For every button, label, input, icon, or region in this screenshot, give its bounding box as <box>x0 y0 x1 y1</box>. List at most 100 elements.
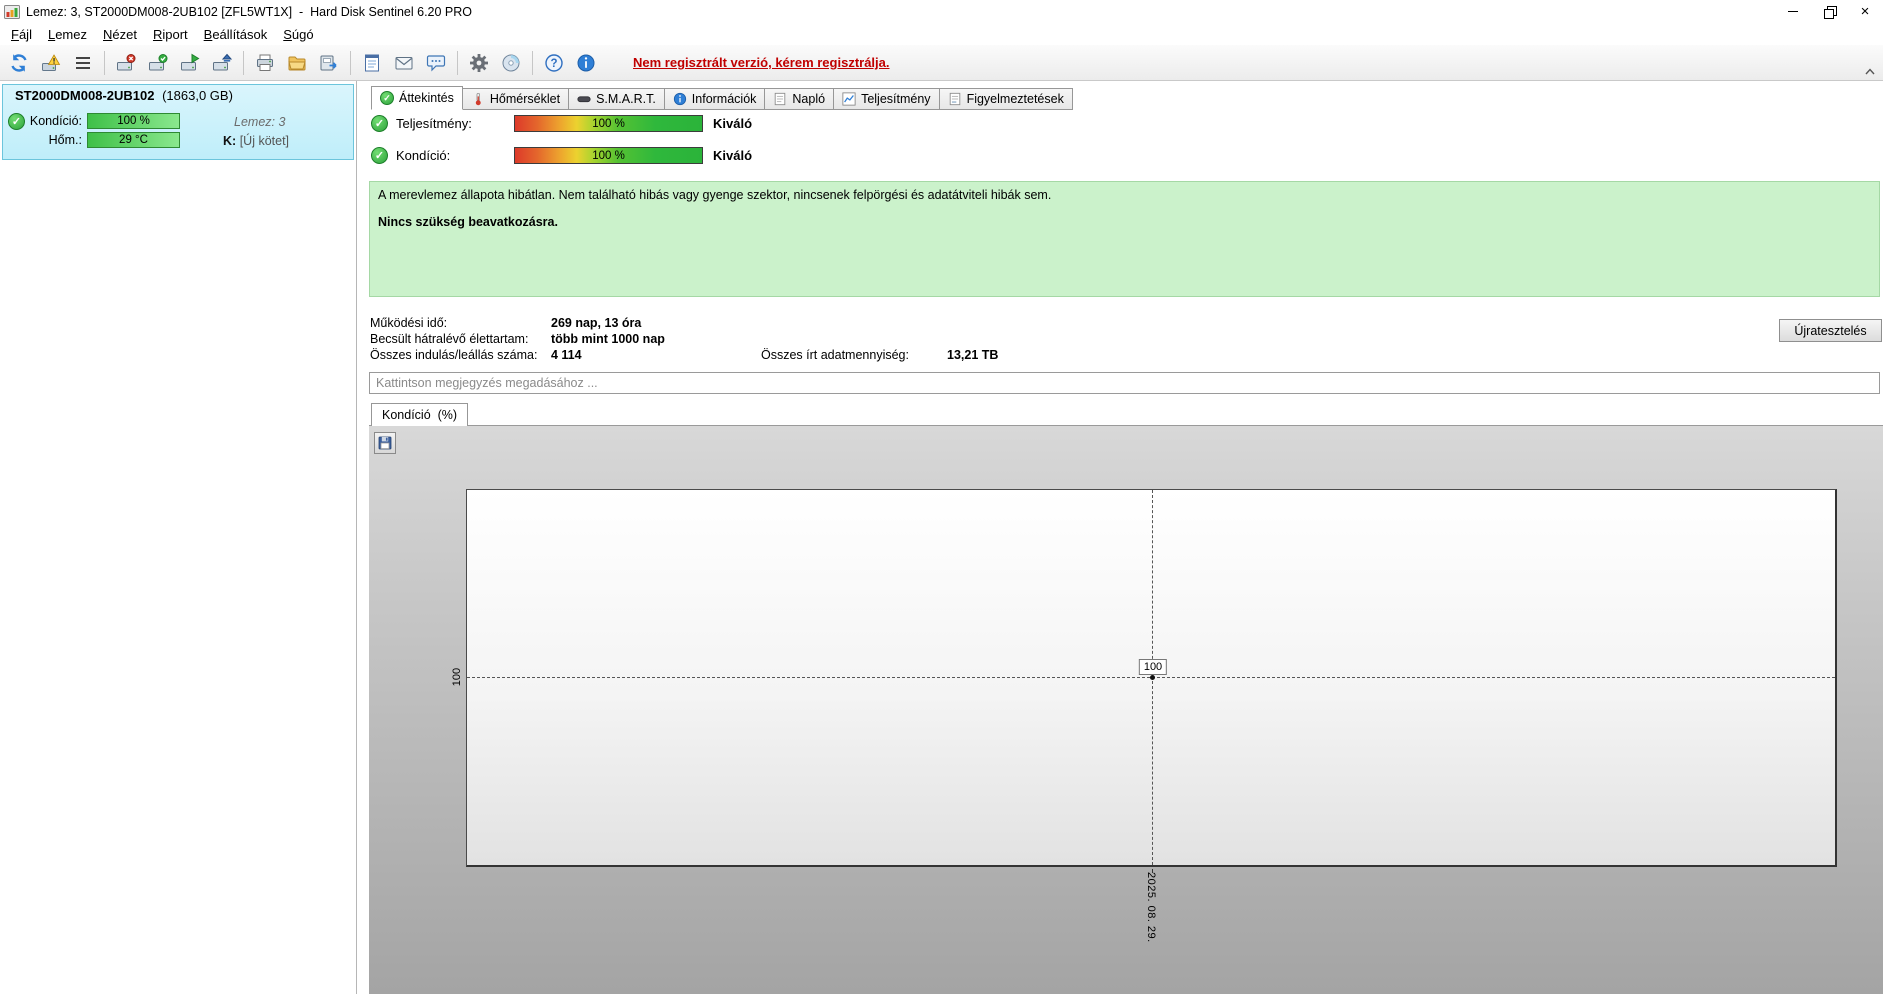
health-status-box: A merevlemez állapota hibátlan. Nem talá… <box>369 181 1880 297</box>
tab-log[interactable]: Napló <box>764 88 835 110</box>
help-button[interactable]: ? <box>539 49 569 77</box>
window-controls: × <box>1775 0 1883 23</box>
menu-view[interactable]: Nézet <box>95 25 145 44</box>
close-icon: × <box>1860 3 1870 20</box>
toolbar-separator <box>457 50 458 75</box>
disk-volume: K: [Új kötet] <box>223 134 289 148</box>
alert-document-icon <box>949 92 960 106</box>
disk-remove-button[interactable] <box>111 49 141 77</box>
performance-value: 100 % <box>592 117 625 130</box>
minimize-button[interactable] <box>1775 0 1811 23</box>
retest-button[interactable]: Újratesztelés <box>1779 319 1882 342</box>
power-on-label: Működési idő: <box>370 316 448 330</box>
disk-warning-button[interactable] <box>36 49 66 77</box>
disk-list-item[interactable]: ST2000DM008-2UB102 (1863,0 GB) ✓ Kondíci… <box>2 84 354 160</box>
chart-save-button[interactable] <box>374 432 396 454</box>
disk-remove-icon <box>117 53 136 70</box>
disk-header: ST2000DM008-2UB102 (1863,0 GB) <box>15 88 233 103</box>
menu-report[interactable]: Riport <box>145 25 196 44</box>
print-icon <box>257 54 273 71</box>
start-stop-label: Összes indulás/leállás száma: <box>370 348 538 362</box>
disk-start-icon <box>181 53 200 70</box>
condition-row: ✓ Kondíció: 100 % Kiváló <box>367 146 1883 166</box>
info-button[interactable] <box>571 49 601 77</box>
maximize-button[interactable] <box>1811 0 1847 23</box>
report-button[interactable] <box>357 49 387 77</box>
start-stop-row: Összes indulás/leállás száma: 4 114 Össz… <box>370 347 998 363</box>
condition-rating: Kiváló <box>713 148 753 163</box>
menu-file[interactable]: Fájl <box>3 25 40 44</box>
save-icon <box>378 436 392 450</box>
collapse-button[interactable] <box>1861 64 1879 79</box>
menu-settings[interactable]: Beállítások <box>196 25 276 44</box>
document-icon <box>775 92 786 106</box>
menu-disk[interactable]: Lemez <box>40 25 95 44</box>
disk-temperature-label: Hőm.: <box>48 133 82 147</box>
toolbar-separator <box>104 50 105 75</box>
written-value: 13,21 TB <box>947 348 999 362</box>
condition-value: 100 % <box>592 149 625 162</box>
mail-button[interactable] <box>389 49 419 77</box>
power-on-row: Működési idő: 269 nap, 13 óra <box>370 315 998 331</box>
performance-rating: Kiváló <box>713 116 753 131</box>
details-button[interactable] <box>68 49 98 77</box>
chart-point-label: 100 <box>1138 659 1168 675</box>
tab-information[interactable]: Információk <box>663 88 766 110</box>
tab-alerts[interactable]: Figyelmeztetések <box>938 88 1073 110</box>
settings-button[interactable] <box>464 49 494 77</box>
chart-y-tick: 100 <box>451 667 463 687</box>
app-logo-icon <box>4 4 20 19</box>
health-status-message: A merevlemez állapota hibátlan. Nem talá… <box>378 188 1052 202</box>
performance-ok-icon: ✓ <box>371 115 388 132</box>
tab-overview[interactable]: ✓ Áttekintés <box>371 86 463 110</box>
drive-icon <box>577 96 591 103</box>
menu-help[interactable]: Súgó <box>275 25 321 44</box>
disk-number: Lemez: 3 <box>234 115 286 129</box>
disk-eject-button[interactable] <box>207 49 237 77</box>
tab-performance[interactable]: Teljesítmény <box>833 88 940 110</box>
health-status-action: Nincs szükség beavatkozásra. <box>378 215 558 229</box>
disk-accept-icon <box>149 53 168 70</box>
disk-capacity: (1863,0 GB) <box>162 88 233 103</box>
register-link[interactable]: Nem regisztrált verzió, kérem regisztrál… <box>633 55 890 70</box>
tab-bar: ✓ Áttekintés Hőmérséklet S.M.A.R.T. Info… <box>371 86 1073 110</box>
disk-temperature-bar: 29 °C <box>87 132 180 148</box>
condition-ok-icon: ✓ <box>371 147 388 164</box>
performance-label: Teljesítmény: <box>396 116 472 131</box>
feedback-icon <box>426 54 446 71</box>
lifetime-value: több mint 1000 nap <box>551 332 665 346</box>
cd-button[interactable] <box>496 49 526 77</box>
cd-icon <box>502 54 520 71</box>
chart-icon <box>842 92 856 106</box>
export-button[interactable] <box>314 49 344 77</box>
main-panel: ✓ Áttekintés Hőmérséklet S.M.A.R.T. Info… <box>367 81 1883 994</box>
close-button[interactable]: × <box>1847 0 1883 23</box>
report-icon <box>365 54 379 71</box>
open-folder-button[interactable] <box>282 49 312 77</box>
refresh-button[interactable] <box>4 49 34 77</box>
comment-input[interactable] <box>369 372 1880 394</box>
tab-information-label: Információk <box>691 92 757 106</box>
lifetime-row: Becsült hátralévő élettartam: több mint … <box>370 331 998 347</box>
disk-statistics: Működési idő: 269 nap, 13 óra Becsült há… <box>370 315 998 363</box>
tab-smart[interactable]: S.M.A.R.T. <box>568 88 665 110</box>
toolbar: ? Nem regisztrált verzió, kérem regisztr… <box>0 45 1883 81</box>
details-icon <box>76 56 90 69</box>
print-button[interactable] <box>250 49 280 77</box>
tab-performance-label: Teljesítmény <box>861 92 931 106</box>
tab-alerts-label: Figyelmeztetések <box>966 92 1064 106</box>
disk-accept-button[interactable] <box>143 49 173 77</box>
title-bar: Lemez: 3, ST2000DM008-2UB102 [ZFL5WT1X] … <box>0 0 1883 23</box>
disk-start-button[interactable] <box>175 49 205 77</box>
chart-plot-area: 100 <box>466 489 1837 867</box>
feedback-button[interactable] <box>421 49 451 77</box>
disk-volume-letter: K: <box>223 134 237 148</box>
refresh-icon <box>11 53 27 72</box>
tab-temperature[interactable]: Hőmérséklet <box>461 88 570 110</box>
chart-tab-condition[interactable]: Kondíció (%) <box>371 403 469 426</box>
disk-condition-bar: 100 % <box>87 113 180 129</box>
disk-condition-row: Kondíció: 100 % <box>3 113 180 129</box>
start-stop-value: 4 114 <box>551 348 582 362</box>
disk-temperature-row: Hőm.: 29 °C <box>3 132 180 148</box>
toolbar-separator <box>243 50 244 75</box>
